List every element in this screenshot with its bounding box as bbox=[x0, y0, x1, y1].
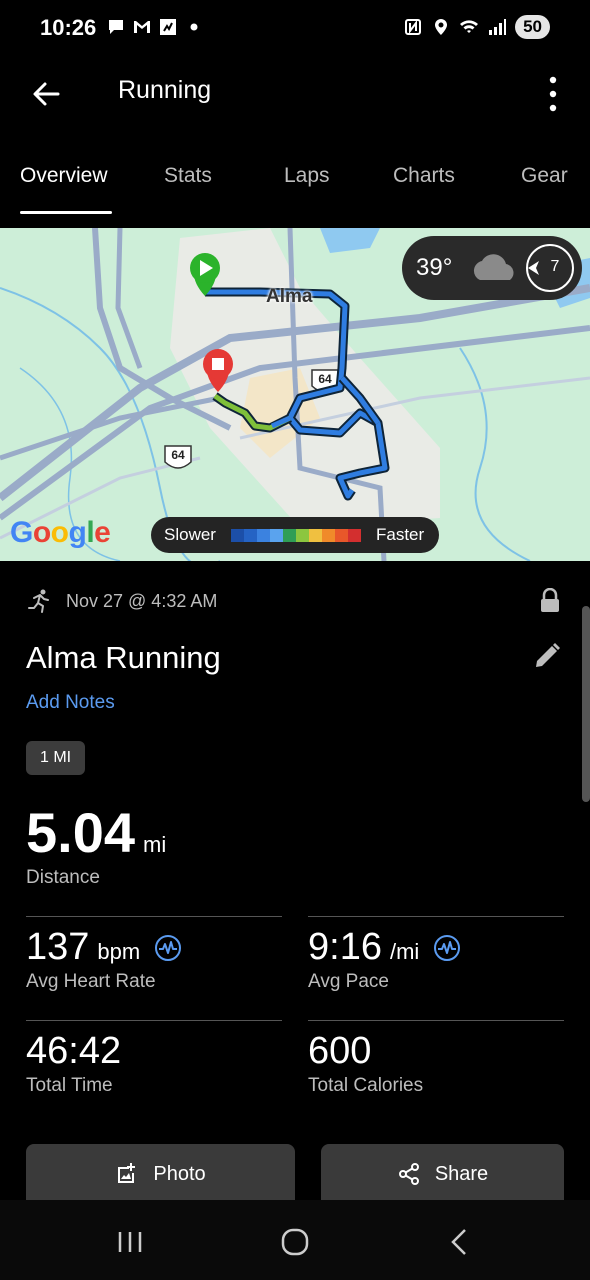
calories-label: Total Calories bbox=[308, 1075, 424, 1096]
wind-speed: 7 bbox=[550, 258, 560, 275]
add-photo-icon bbox=[118, 1163, 136, 1183]
route-shield-label-a: 64 bbox=[318, 372, 332, 386]
add-photo-button[interactable]: Photo bbox=[26, 1144, 295, 1204]
heart-rate-value: 137 bbox=[26, 926, 90, 968]
notification-icons bbox=[106, 17, 204, 37]
lock-icon[interactable] bbox=[538, 588, 562, 614]
system-nav-bar bbox=[0, 1200, 590, 1280]
speed-swatch bbox=[283, 529, 296, 542]
calories-value: 600 bbox=[308, 1030, 372, 1072]
google-logo: Google bbox=[10, 516, 111, 549]
wind-indicator: 7 bbox=[526, 244, 574, 292]
divider bbox=[26, 1020, 282, 1021]
status-time: 10:26 bbox=[40, 15, 97, 40]
divider bbox=[26, 916, 282, 917]
tab-bar: Overview Stats Laps Charts Gear bbox=[0, 140, 590, 228]
wifi-icon bbox=[460, 20, 479, 33]
pace-label: Avg Pace bbox=[308, 971, 389, 992]
home-icon[interactable] bbox=[275, 1222, 315, 1262]
divider bbox=[308, 1020, 564, 1021]
weather-badge[interactable]: 39° 7 bbox=[402, 236, 582, 300]
recent-apps-icon[interactable] bbox=[110, 1222, 150, 1262]
tab-overview[interactable]: Overview bbox=[20, 164, 108, 188]
pace-chart-icon[interactable] bbox=[433, 934, 461, 962]
page-title: Running bbox=[118, 76, 212, 104]
battery-indicator: 50 bbox=[515, 15, 550, 39]
divider bbox=[308, 916, 564, 917]
pace-value: 9:16 bbox=[308, 926, 382, 968]
activity-meta: Nov 27 @ 4:32 AM bbox=[26, 588, 217, 614]
heart-rate-stat: 137 bpm Avg Heart Rate bbox=[26, 926, 182, 993]
heart-rate-chart-icon[interactable] bbox=[154, 934, 182, 962]
activity-date: Nov 27 @ 4:32 AM bbox=[66, 590, 218, 611]
gmail-icon bbox=[134, 21, 150, 33]
share-button[interactable]: Share bbox=[321, 1144, 564, 1204]
speed-swatch bbox=[335, 529, 348, 542]
route-map[interactable]: Alma 64 64 39° 7 Google Slower Faster bbox=[0, 228, 590, 561]
tab-charts[interactable]: Charts bbox=[393, 164, 455, 188]
speed-swatch bbox=[270, 529, 283, 542]
speed-color-scale bbox=[231, 529, 361, 542]
weather-temperature: 39° bbox=[416, 254, 453, 281]
messages-icon bbox=[109, 20, 123, 34]
add-photo-label: Photo bbox=[153, 1162, 206, 1185]
speed-legend: Slower Faster bbox=[151, 517, 439, 553]
tab-stats[interactable]: Stats bbox=[164, 164, 212, 188]
speed-legend-faster: Faster bbox=[376, 525, 425, 544]
running-icon bbox=[28, 589, 49, 613]
place-label: Alma bbox=[266, 286, 313, 307]
add-notes-link[interactable]: Add Notes bbox=[26, 692, 115, 714]
split-chip[interactable]: 1 MI bbox=[26, 741, 86, 775]
pace-unit: /mi bbox=[389, 938, 420, 964]
distance-value: 5.04 bbox=[26, 801, 135, 864]
speed-swatch bbox=[348, 529, 361, 542]
distance-stat: 5.04 mi bbox=[26, 800, 166, 865]
tab-laps[interactable]: Laps bbox=[284, 164, 330, 188]
speed-swatch bbox=[231, 529, 244, 542]
cloud-icon bbox=[473, 254, 514, 280]
speed-swatch bbox=[257, 529, 270, 542]
tab-gear[interactable]: Gear bbox=[521, 164, 568, 188]
share-label: Share bbox=[434, 1162, 489, 1185]
location-icon bbox=[435, 19, 448, 35]
fitness-app-icon bbox=[160, 19, 176, 35]
app-bar: Running bbox=[0, 56, 590, 136]
share-icon bbox=[398, 1163, 419, 1185]
distance-label: Distance bbox=[26, 867, 100, 888]
speed-swatch bbox=[244, 529, 257, 542]
route-shield-label-b: 64 bbox=[171, 448, 185, 462]
calories-stat: 600 Total Calories bbox=[308, 1030, 423, 1097]
heart-rate-label: Avg Heart Rate bbox=[26, 971, 156, 992]
more-options-icon[interactable] bbox=[540, 72, 566, 116]
total-time-stat: 46:42 Total Time bbox=[26, 1030, 121, 1097]
speed-legend-slower: Slower bbox=[164, 525, 216, 544]
back-icon[interactable] bbox=[440, 1222, 480, 1262]
dot-icon bbox=[190, 23, 198, 31]
activity-title: Alma Running bbox=[26, 640, 221, 675]
speed-swatch bbox=[322, 529, 335, 542]
back-arrow-icon[interactable] bbox=[26, 74, 66, 114]
edit-pencil-icon[interactable] bbox=[532, 641, 562, 671]
speed-swatch bbox=[309, 529, 322, 542]
signal-icon bbox=[489, 19, 507, 35]
status-right: 50 bbox=[403, 15, 550, 39]
total-time-value: 46:42 bbox=[26, 1030, 122, 1072]
speed-swatch bbox=[296, 529, 309, 542]
status-bar: 10:26 50 bbox=[0, 0, 590, 56]
pace-stat: 9:16 /mi Avg Pace bbox=[308, 926, 461, 993]
distance-unit: mi bbox=[143, 832, 167, 857]
scrollbar-thumb[interactable] bbox=[582, 606, 590, 802]
total-time-label: Total Time bbox=[26, 1075, 113, 1096]
active-tab-indicator bbox=[20, 211, 112, 214]
nfc-icon bbox=[405, 19, 422, 35]
heart-rate-unit: bpm bbox=[97, 938, 141, 964]
